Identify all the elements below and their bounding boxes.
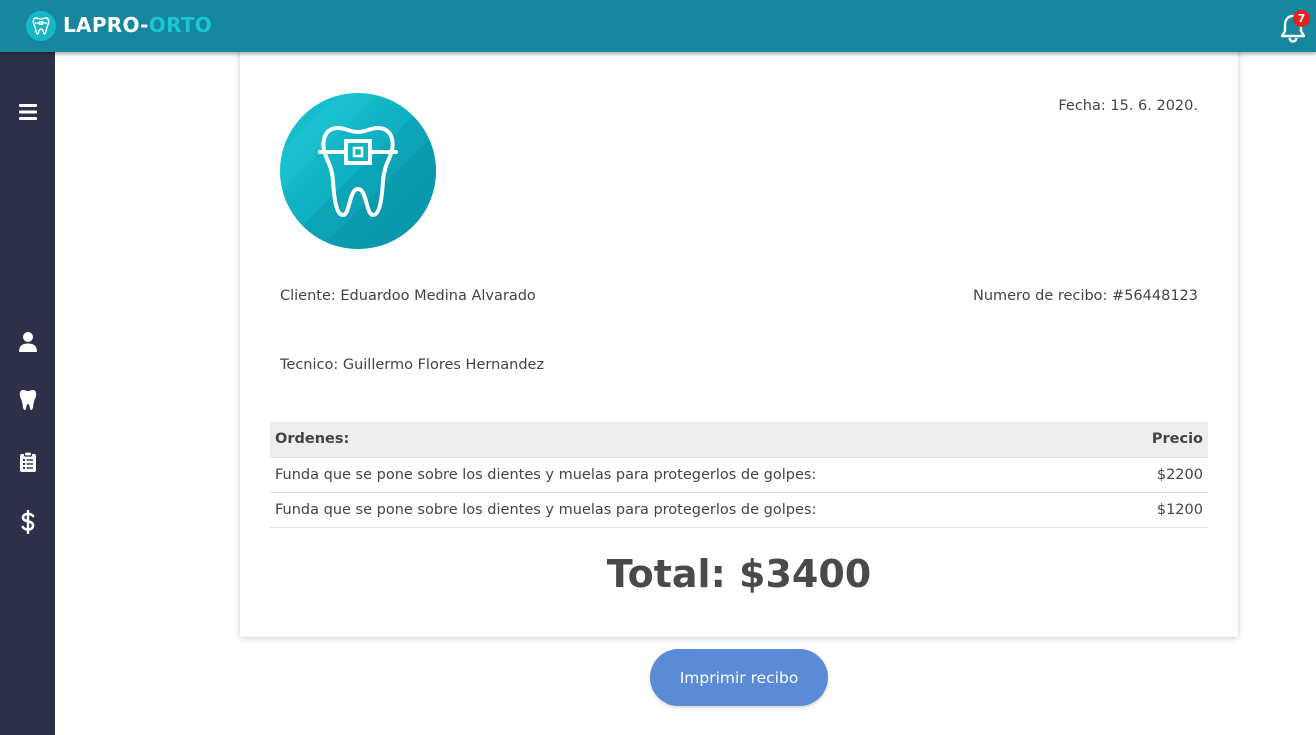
orthodontic-tooth-logo-icon (280, 93, 436, 249)
sidebar (0, 52, 55, 735)
order-price: $2200 (1114, 456, 1208, 492)
receipt-number: Numero de recibo: #56448123 (972, 288, 1198, 304)
tooth-logo-icon[interactable] (26, 11, 56, 41)
order-description: Funda que se pone sobre los dientes y mu… (270, 456, 1115, 492)
receipt-date: Fecha: 15. 6. 2020. (1058, 98, 1198, 114)
table-row: Funda que se pone sobre los dientes y mu… (270, 456, 1208, 492)
user-icon[interactable] (0, 322, 55, 362)
menu-icon[interactable] (0, 92, 55, 132)
column-header-orders: Ordenes: (270, 422, 1115, 457)
brand-name-part2: ORTO (148, 13, 213, 37)
tooth-icon[interactable] (0, 380, 55, 420)
notification-badge: 7 (1293, 10, 1310, 27)
brand-name-part1: LAPRO- (63, 13, 149, 37)
top-bar: LAPRO-ORTO 7 (0, 0, 1316, 52)
order-description: Funda que se pone sobre los dientes y mu… (270, 491, 1115, 528)
receipt-technician: Tecnico: Guillermo Flores Hernandez (280, 357, 545, 373)
table-header-row: Ordenes: Precio (270, 422, 1208, 457)
receipt-total: Total: $3400 (606, 552, 872, 596)
order-price: $1200 (1114, 491, 1208, 528)
brand-name[interactable]: LAPRO-ORTO (63, 12, 212, 38)
receipt-client: Cliente: Eduardoo Medina Alvarado (280, 288, 536, 304)
dollar-icon[interactable] (0, 502, 55, 542)
print-receipt-button[interactable]: Imprimir recibo (650, 649, 828, 706)
orders-table: Ordenes: Precio Funda que se pone sobre … (270, 422, 1208, 528)
column-header-price: Precio (1114, 422, 1208, 457)
receipt-card: Fecha: 15. 6. 2020. Cliente: Eduardoo Me… (240, 40, 1238, 637)
table-row: Funda que se pone sobre los dientes y mu… (270, 491, 1208, 528)
clipboard-icon[interactable] (0, 442, 55, 482)
